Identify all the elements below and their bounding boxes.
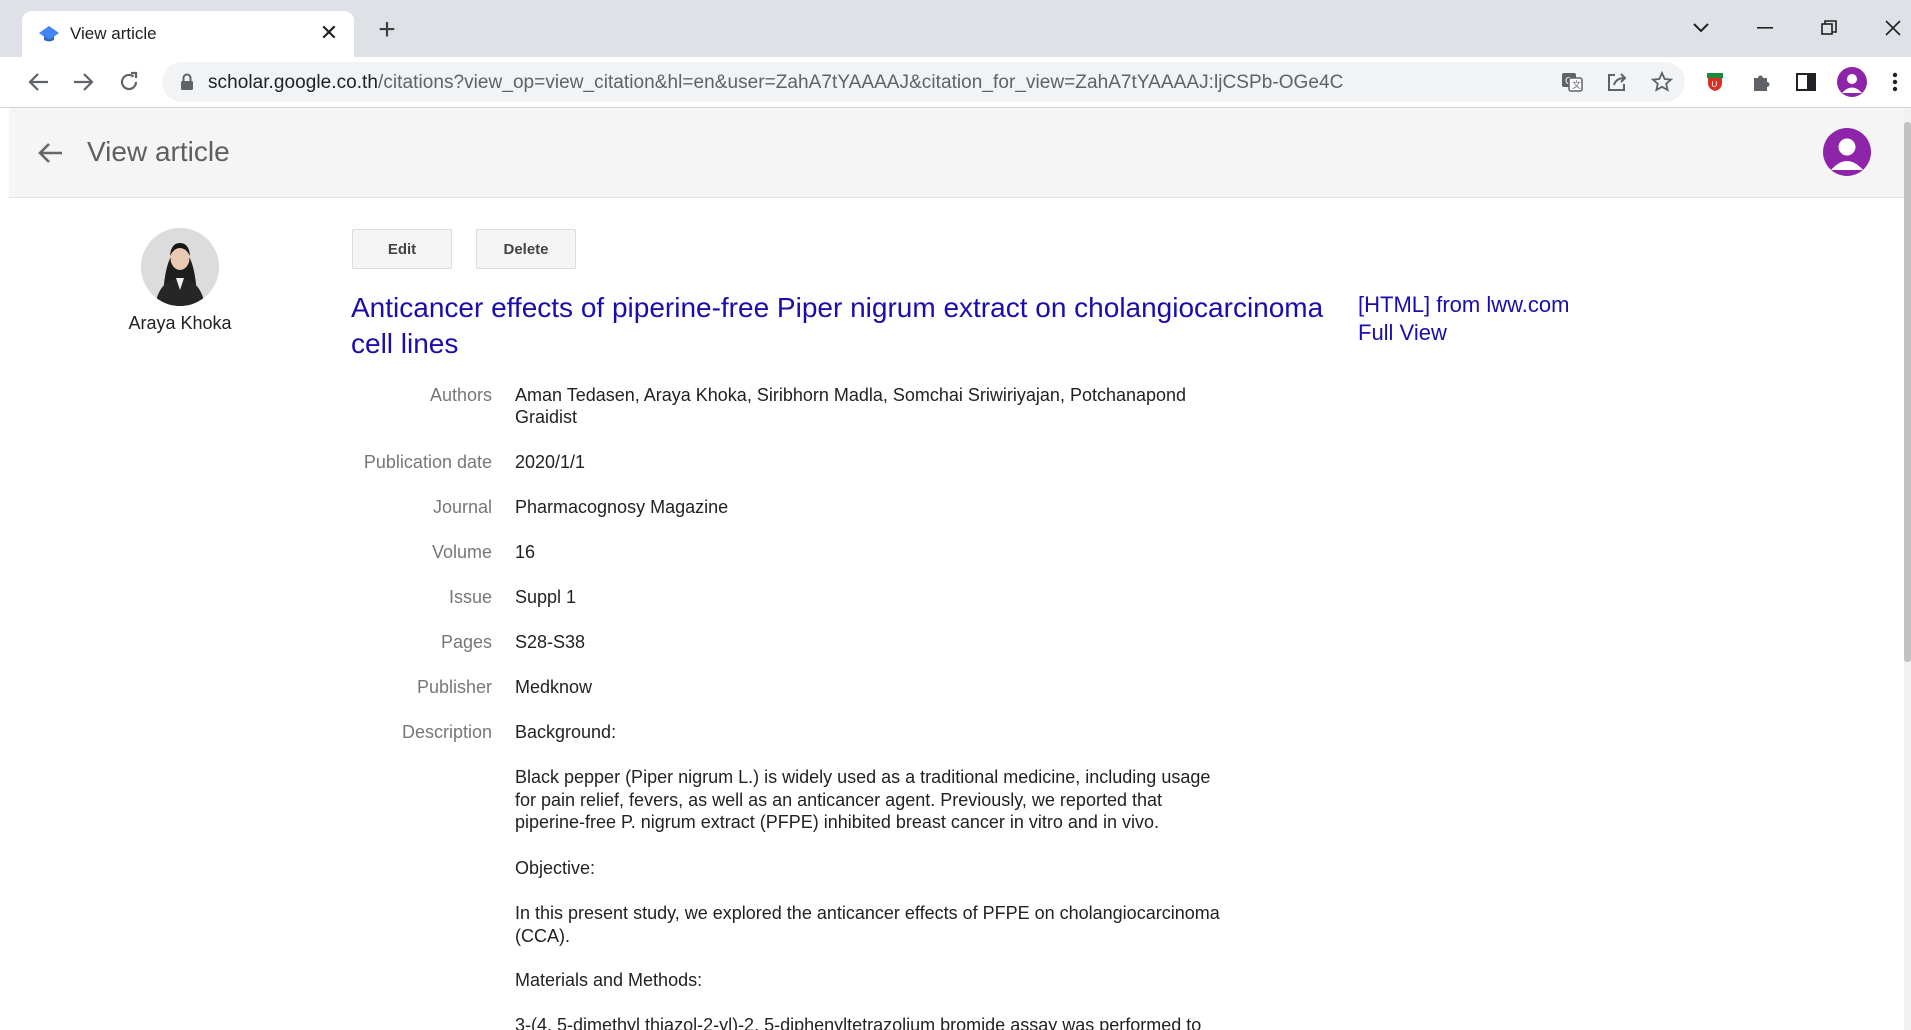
description-heading: Objective: (515, 858, 596, 878)
field-label: Issue (448, 587, 492, 607)
description-paragraph: 3-(4, 5-dimethyl thiazol-2-yl)-2, 5-diph… (515, 1015, 1202, 1030)
fulltext-links: [HTML] from lww.com Full View (1358, 291, 1569, 347)
page-header: View article (9, 108, 1904, 198)
back-arrow-icon[interactable] (33, 136, 67, 170)
extensions-puzzle-icon[interactable] (1746, 67, 1776, 97)
scholar-cap-icon (38, 24, 60, 44)
edit-button[interactable]: Edit (352, 229, 452, 269)
scrollbar-thumb[interactable] (1904, 122, 1911, 662)
forward-icon[interactable] (66, 65, 100, 99)
field-value: Suppl 1 (515, 587, 577, 607)
field-label: Journal (432, 497, 492, 517)
field-label: Pages (440, 632, 492, 652)
field-label: Volume (431, 542, 492, 562)
minimize-icon[interactable] (1748, 12, 1782, 44)
field-label: Publication date (363, 452, 492, 472)
description-paragraph: Black pepper (Piper nigrum L.) is widely… (515, 767, 1211, 832)
field-value: S28-S38 (515, 632, 586, 652)
page-title: View article (87, 136, 230, 167)
browser-tabstrip: View article ✕ + (0, 0, 1911, 57)
browser-tab[interactable]: View article ✕ (22, 11, 354, 57)
side-panel-icon[interactable] (1791, 67, 1821, 97)
svg-text:U: U (1712, 80, 1718, 89)
profile-icon[interactable] (1837, 67, 1867, 97)
description-paragraph: In this present study, we explored the a… (515, 903, 1220, 946)
author-name[interactable]: Araya Khoka (100, 313, 260, 334)
new-tab-button[interactable]: + (371, 15, 403, 47)
field-label: Publisher (416, 677, 492, 697)
menu-kebab-icon[interactable] (1880, 67, 1910, 97)
field-value: Aman Tedasen, Araya Khoka, Siribhorn Mad… (515, 385, 1187, 427)
translate-icon[interactable]: G文 (1559, 69, 1585, 95)
description-heading: Materials and Methods: (515, 970, 703, 990)
share-icon[interactable] (1604, 69, 1630, 95)
lock-icon[interactable] (180, 73, 194, 96)
account-avatar[interactable] (1823, 128, 1871, 176)
article-title-link[interactable]: Anticancer effects of piperine-free Pipe… (351, 290, 1341, 362)
field-value: Pharmacognosy Magazine (515, 497, 729, 517)
shield-extension-icon[interactable]: U (1700, 67, 1730, 97)
close-window-icon[interactable] (1876, 12, 1910, 44)
field-value: 2020/1/1 (515, 452, 586, 472)
field-value: Background: (515, 722, 617, 742)
svg-text:文: 文 (1572, 79, 1581, 90)
browser-toolbar: scholar.google.co.th/citations?view_op=v… (0, 57, 1911, 108)
full-view-link[interactable]: Full View (1358, 319, 1569, 347)
reload-icon[interactable] (112, 65, 146, 99)
html-source-link[interactable]: [HTML] from lww.com (1358, 291, 1569, 319)
bookmark-star-icon[interactable] (1649, 69, 1675, 95)
field-value: Medknow (515, 677, 593, 697)
address-bar[interactable]: scholar.google.co.th/citations?view_op=v… (162, 62, 1685, 102)
field-value: 16 (515, 542, 536, 562)
delete-button[interactable]: Delete (476, 229, 576, 269)
url-text[interactable]: scholar.google.co.th/citations?view_op=v… (208, 72, 1343, 94)
close-tab-icon[interactable]: ✕ (316, 20, 342, 46)
field-label: Authors (429, 385, 492, 405)
field-label: Description (401, 722, 492, 742)
back-icon[interactable] (22, 65, 56, 99)
restore-icon[interactable] (1812, 12, 1846, 44)
author-photo[interactable] (141, 228, 219, 306)
tab-title: View article (70, 24, 157, 43)
tab-search-icon[interactable] (1684, 12, 1718, 44)
